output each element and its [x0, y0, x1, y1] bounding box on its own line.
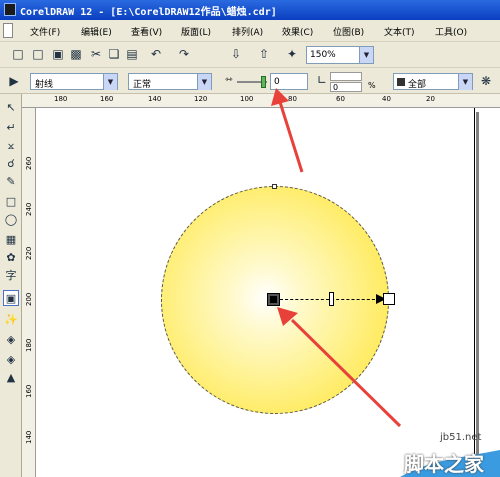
percent-label: %: [368, 81, 376, 90]
menu-file[interactable]: 文件(F): [30, 25, 60, 38]
graph-paper-tool-icon[interactable]: ▦: [3, 232, 19, 248]
ruler-label: 140: [148, 95, 162, 103]
print-icon[interactable]: ▩: [68, 46, 84, 62]
ruler-label: 240: [25, 202, 33, 216]
coreldraw-app-icon: [4, 3, 16, 16]
menu-tools[interactable]: 工具(O): [435, 25, 467, 38]
asterisk-icon[interactable]: ❋: [478, 73, 494, 89]
cut-icon[interactable]: ✂: [88, 46, 104, 62]
edge-scope-value: 全部: [408, 80, 427, 90]
chevron-down-icon[interactable]: ▼: [197, 74, 211, 90]
edge-scope-select[interactable]: 全部 ▼: [393, 73, 473, 90]
toolbox: ↖ ↵ ⨲ ☌ ✎ □ ◯ ▦ ✿ 字 ▣ ✨ ◈ ◈ ▲: [0, 94, 22, 477]
property-bar: ▶ 射线 ▼ 正常 ▼ ⇿ 0 ∟ 全部 ▼ ❋: [0, 68, 500, 94]
interactive-fill-icon: ▶: [9, 74, 19, 88]
ruler-label: 80: [288, 95, 297, 103]
page-shadow: [476, 112, 479, 477]
ellipse-tool-icon[interactable]: ◯: [3, 212, 19, 228]
menu-effects[interactable]: 效果(C): [282, 25, 313, 38]
eyedropper-tool-icon[interactable]: ✨: [3, 312, 19, 328]
window-title: CorelDRAW 12 - [E:\CorelDRAW12作品\蜡烛.cdr]: [20, 7, 277, 18]
ruler-label: 160: [100, 95, 114, 103]
drawing-canvas[interactable]: [36, 108, 500, 477]
new-icon[interactable]: □: [10, 46, 26, 62]
zoom-level-value: 150%: [310, 50, 336, 60]
ruler-label: 20: [426, 95, 435, 103]
ruler-label: 60: [336, 95, 345, 103]
midpoint-slider[interactable]: ⇿: [225, 75, 270, 89]
title-bar: CorelDRAW 12 - [E:\CorelDRAW12作品\蜡烛.cdr]: [0, 0, 500, 20]
menu-text[interactable]: 文本(T): [384, 25, 415, 38]
ruler-label: 260: [25, 156, 33, 170]
midpoint-input[interactable]: 0: [270, 73, 308, 90]
interactive-fill-tool-icon[interactable]: ▣: [3, 290, 19, 306]
angle-value: 0: [333, 83, 339, 92]
copy-icon[interactable]: ❏: [106, 46, 122, 62]
square-icon: [397, 78, 405, 86]
zoom-tool-icon[interactable]: ☌: [3, 156, 19, 172]
fill-mode-value: 正常: [133, 80, 152, 90]
rectangle-tool-icon[interactable]: □: [3, 194, 19, 210]
ruler-label: 40: [382, 95, 391, 103]
fill-type-value: 射线: [35, 80, 54, 90]
interactive-fill-icon[interactable]: ▲: [3, 370, 19, 386]
watermark-name: 脚本之家: [404, 452, 484, 476]
menu-bitmaps[interactable]: 位图(B): [333, 25, 364, 38]
fill-midpoint-handle[interactable]: [329, 292, 334, 306]
freehand-tool-icon[interactable]: ✎: [3, 174, 19, 190]
menu-edit[interactable]: 编辑(E): [81, 25, 112, 38]
basic-shapes-tool-icon[interactable]: ✿: [3, 250, 19, 266]
ruler-label: 180: [54, 95, 68, 103]
ruler-label: 140: [25, 430, 33, 444]
shape-tool-icon[interactable]: ↵: [3, 120, 19, 136]
midpoint-value: 0: [274, 77, 280, 87]
menu-bar: 文件(F) 编辑(E) 查看(V) 版面(L) 排列(A) 效果(C) 位图(B…: [0, 20, 500, 42]
page-border: [474, 108, 475, 477]
outline-tool-icon[interactable]: ◈: [3, 332, 19, 348]
menu-layout[interactable]: 版面(L): [181, 25, 211, 38]
chevron-down-icon[interactable]: ▼: [103, 74, 117, 90]
open-icon[interactable]: □: [30, 46, 46, 62]
ruler-label: 160: [25, 384, 33, 398]
standard-toolbar: □ □ ▣ ▩ ✂ ❏ ▤ ↶ ↷ ⇩ ⇧ ✦ 150% ▼: [0, 42, 500, 68]
app-launcher-icon[interactable]: ✦: [284, 46, 300, 62]
chevron-down-icon[interactable]: ▼: [359, 47, 373, 63]
angle-input[interactable]: 0: [330, 82, 362, 92]
menu-arrange[interactable]: 排列(A): [232, 25, 263, 38]
watermark-site: jb51.net: [440, 432, 482, 443]
vertical-ruler: 260 240 220 200 180 160 140: [22, 108, 36, 477]
angle-icon: ∟: [316, 73, 328, 87]
undo-icon[interactable]: ↶: [148, 46, 164, 62]
watermark: jb51.net 脚本之家: [400, 430, 500, 477]
horizontal-ruler: 180 160 140 120 100 80 60 40 20: [22, 94, 500, 108]
ruler-label: 100: [240, 95, 254, 103]
angle-input-top[interactable]: [330, 72, 362, 81]
fill-tool-icon[interactable]: ◈: [3, 352, 19, 368]
crop-tool-icon[interactable]: ⨲: [3, 138, 19, 154]
menu-view[interactable]: 查看(V): [131, 25, 162, 38]
fill-start-handle[interactable]: [267, 293, 280, 306]
ruler-label: 180: [25, 338, 33, 352]
fill-end-handle[interactable]: [383, 293, 395, 305]
redo-icon[interactable]: ↷: [176, 46, 192, 62]
ellipse-node[interactable]: [272, 184, 277, 189]
paste-icon[interactable]: ▤: [124, 46, 140, 62]
ruler-label: 200: [25, 292, 33, 306]
midpoint-icon: ⇿: [225, 75, 233, 85]
chevron-down-icon[interactable]: ▼: [458, 74, 472, 90]
document-icon[interactable]: [3, 23, 13, 38]
fill-mode-select[interactable]: 正常 ▼: [128, 73, 212, 90]
zoom-level-select[interactable]: 150% ▼: [306, 46, 374, 64]
save-icon[interactable]: ▣: [50, 46, 66, 62]
fill-type-select[interactable]: 射线 ▼: [30, 73, 118, 90]
pick-tool-icon[interactable]: ↖: [3, 100, 19, 116]
slider-thumb[interactable]: [261, 76, 266, 88]
ruler-label: 220: [25, 246, 33, 260]
import-icon[interactable]: ⇩: [228, 46, 244, 62]
export-icon[interactable]: ⇧: [256, 46, 272, 62]
text-tool-icon[interactable]: 字: [3, 268, 19, 284]
ruler-label: 120: [194, 95, 208, 103]
